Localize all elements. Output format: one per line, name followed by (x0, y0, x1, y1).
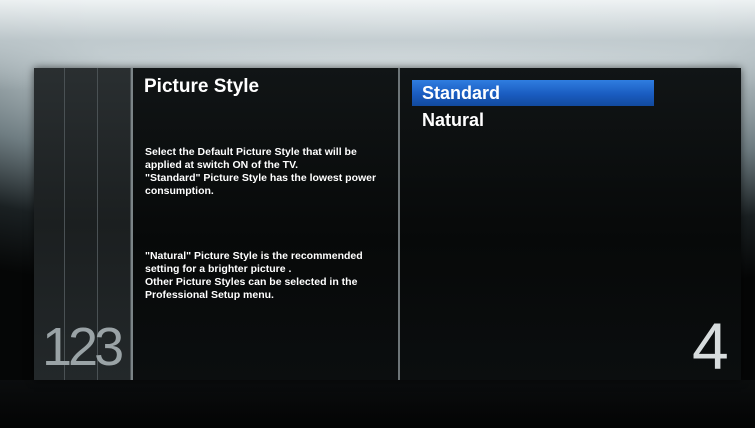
description-natural-style: "Natural" Picture Style is the recommend… (145, 250, 363, 301)
middle-divider (398, 68, 400, 380)
menu-title: Picture Style (144, 76, 260, 97)
menu-level-indicator: 123 (42, 317, 124, 377)
tv-screen: 123 Picture Style Select the Default Pic… (0, 0, 755, 428)
left-divider (131, 68, 133, 380)
current-menu-level: 4 (692, 309, 729, 383)
option-standard[interactable]: Standard (412, 80, 654, 106)
description-default-style: Select the Default Picture Style that wi… (145, 146, 377, 197)
picture-style-menu-panel: 123 Picture Style Select the Default Pic… (34, 68, 741, 383)
option-natural[interactable]: Natural (412, 107, 654, 133)
bottom-band (0, 380, 755, 428)
